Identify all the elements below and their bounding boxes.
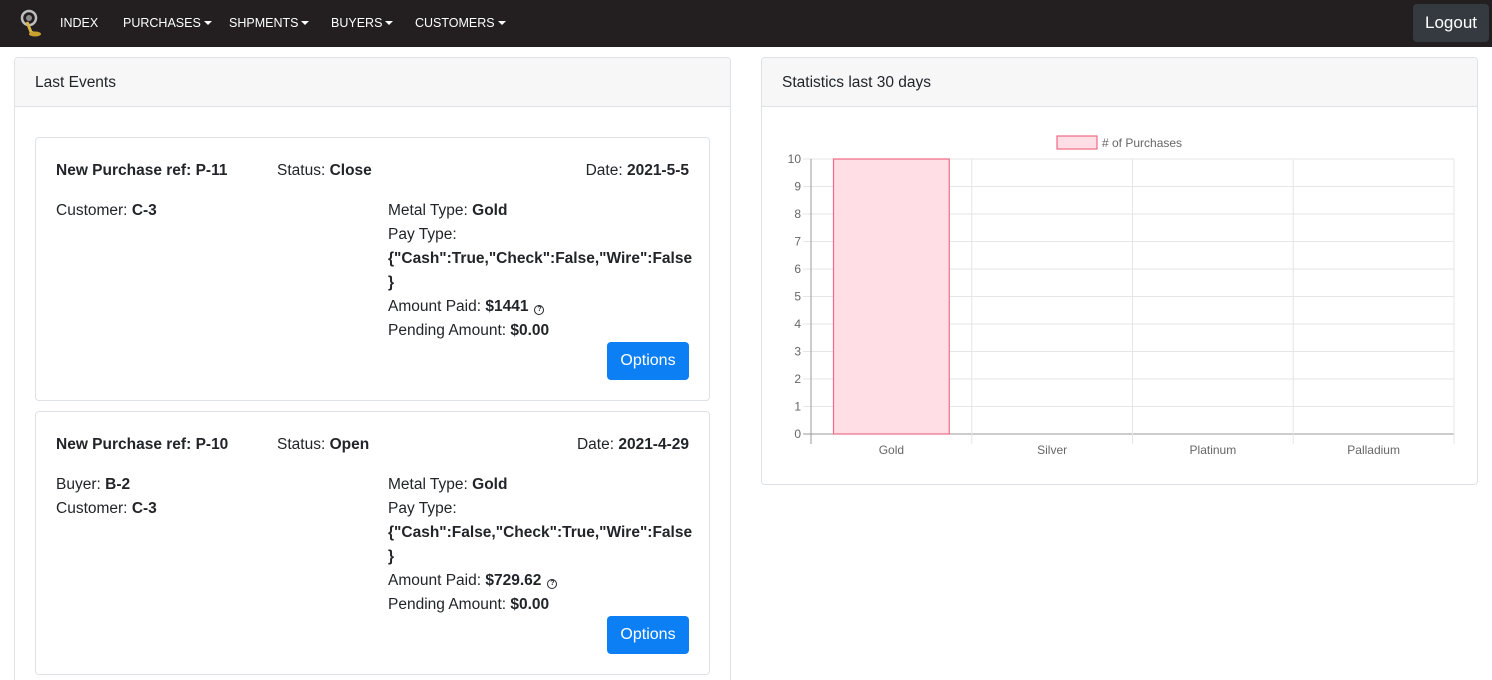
purchase-date: Date: 2021-5-5: [585, 162, 689, 179]
nav-purchases-dropdown[interactable]: PURCHASES: [123, 0, 212, 47]
x-tick-label: Gold: [879, 443, 904, 457]
pending-amount-field: Pending Amount: $0.00: [388, 322, 550, 339]
options-button[interactable]: Options: [607, 616, 689, 654]
pay-type-value: {"Cash":True,"Check":False,"Wire":False: [388, 250, 693, 267]
caret-down-icon: [497, 21, 506, 25]
pay-type-value-end: }: [388, 548, 395, 565]
amount-paid-field: Amount Paid: $729.62?: [388, 569, 558, 593]
pay-type-value: {"Cash":False,"Check":True,"Wire":False: [388, 524, 693, 541]
pay-type-value-end: }: [388, 274, 395, 291]
y-tick-label: 10: [788, 152, 802, 166]
statistics-panel: Statistics last 30 days 0 1 2 3 4 5 6 7 8 9 10 Gold…: [761, 57, 1478, 485]
nav-customers-label: CUSTOMERS: [415, 16, 495, 30]
caret-down-icon: [301, 21, 310, 25]
y-tick-label: 3: [794, 345, 801, 359]
nav-shipments-label: SHPMENTS: [229, 16, 299, 30]
help-icon[interactable]: ?: [547, 579, 558, 589]
options-button[interactable]: Options: [607, 342, 689, 380]
x-tick-label: Platinum: [1190, 443, 1237, 457]
logout-button[interactable]: Logout: [1413, 4, 1489, 42]
event-card: New Purchase ref: P-11 Status: Close Dat…: [35, 137, 710, 401]
y-tick-label: 4: [794, 317, 801, 331]
nav-index-label: INDEX: [60, 16, 99, 30]
buyer-field: Buyer: B-2: [56, 476, 131, 493]
nav-buyers-dropdown[interactable]: BUYERS: [331, 0, 394, 47]
amount-paid-field: Amount Paid: $1441?: [388, 295, 545, 319]
legend-label: # of Purchases: [1102, 136, 1182, 150]
customer-field: Customer: C-3: [56, 500, 157, 517]
purchase-date: Date: 2021-4-29: [576, 436, 689, 453]
legend-swatch: [1056, 135, 1098, 150]
last-events-panel: Last Events New Purchase ref: P-11 Statu…: [14, 57, 731, 680]
y-tick-label: 2: [794, 372, 801, 386]
y-tick-label: 1: [794, 400, 801, 414]
caret-down-icon: [203, 21, 212, 25]
logo-icon[interactable]: [18, 8, 44, 38]
customer-field: Customer: C-3: [56, 202, 157, 219]
purchases-bar-chart: 0 1 2 3 4 5 6 7 8 9 10 Gold Silver Platinum Palladium #…: [788, 135, 1455, 457]
top-navbar: INDEX PURCHASES SHPMENTS BUYERS CUSTOMER…: [0, 0, 1492, 47]
y-tick-label: 5: [794, 290, 801, 304]
metal-type-field: Metal Type: Gold: [388, 202, 508, 219]
nav-customers-dropdown[interactable]: CUSTOMERS: [415, 0, 506, 47]
x-tick-label: Silver: [1037, 443, 1067, 457]
pay-type-label: Pay Type:: [388, 226, 457, 243]
help-icon[interactable]: ?: [534, 305, 545, 315]
y-tick-label: 9: [794, 180, 801, 194]
x-tick-label: Palladium: [1347, 443, 1400, 457]
nav-purchases-label: PURCHASES: [123, 16, 201, 30]
nav-index-link[interactable]: INDEX: [60, 0, 98, 47]
last-events-title: Last Events: [15, 58, 730, 107]
y-tick-label: 7: [794, 235, 801, 249]
purchase-status: Status: Open: [277, 436, 370, 453]
nav-shipments-dropdown[interactable]: SHPMENTS: [229, 0, 310, 47]
metal-type-field: Metal Type: Gold: [388, 476, 508, 493]
y-tick-label: 6: [794, 262, 801, 276]
purchase-status: Status: Close: [277, 162, 372, 179]
purchase-ref: New Purchase ref: P-10: [56, 436, 229, 453]
event-card: New Purchase ref: P-10 Status: Open Date…: [35, 411, 710, 675]
pay-type-label: Pay Type:: [388, 500, 457, 517]
purchase-ref: New Purchase ref: P-11: [56, 162, 228, 179]
y-tick-label: 8: [794, 207, 801, 221]
pending-amount-field: Pending Amount: $0.00: [388, 596, 550, 613]
nav-buyers-label: BUYERS: [331, 16, 383, 30]
bar: [832, 158, 950, 435]
caret-down-icon: [385, 21, 394, 25]
y-tick-label: 0: [794, 427, 801, 441]
